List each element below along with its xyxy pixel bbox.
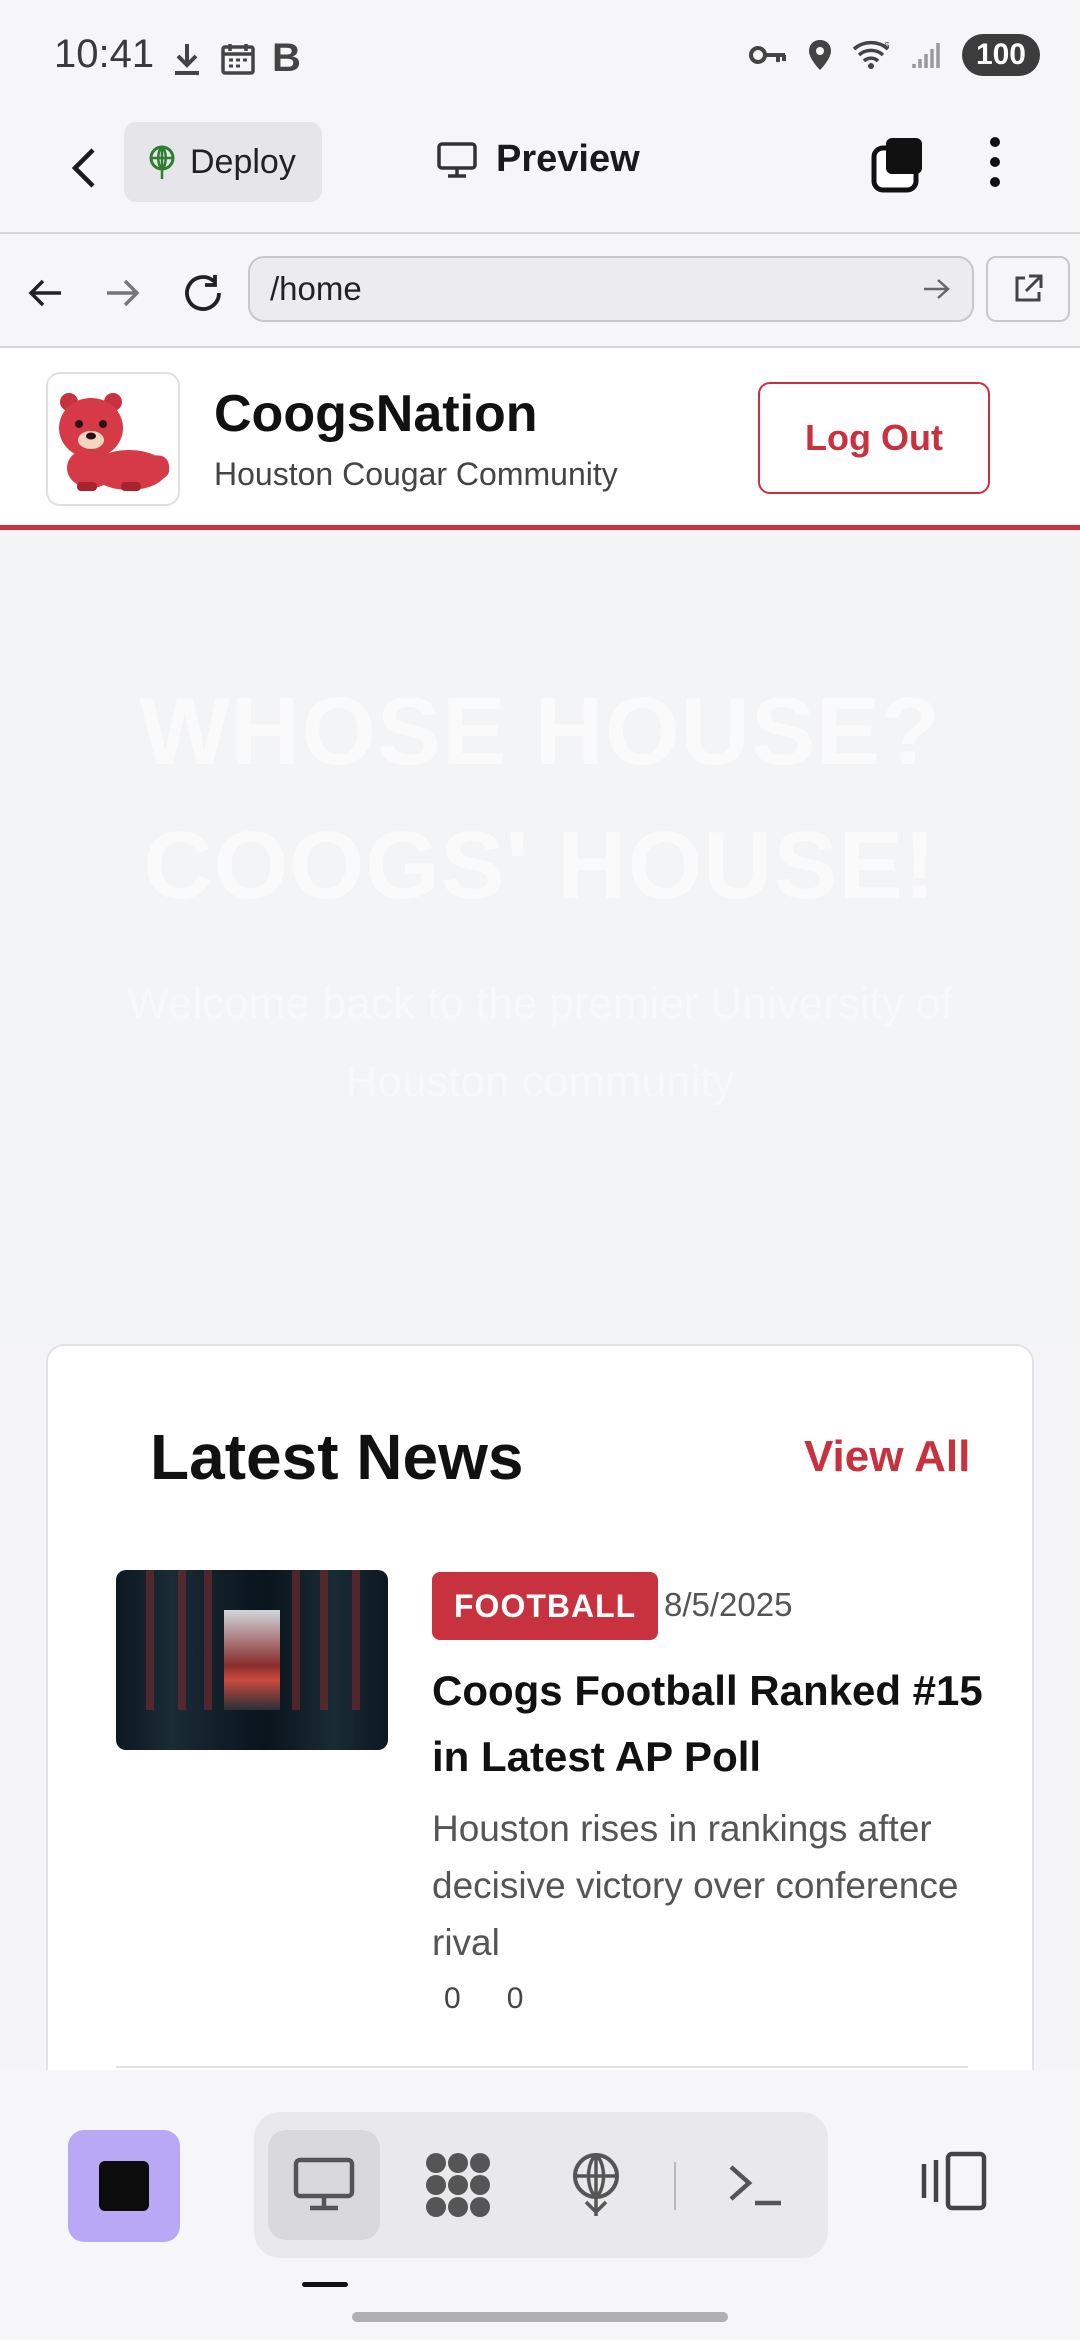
preview-label: Preview [496, 138, 640, 180]
browser-url-bar: /home [0, 236, 1080, 348]
external-link-icon [1015, 274, 1043, 302]
tool-group [254, 2112, 828, 2258]
wifi-icon: 6 [852, 41, 890, 69]
apps-icon [426, 2153, 490, 2217]
browser-forward-button[interactable] [96, 266, 150, 320]
battery-indicator: 100 [961, 34, 1040, 76]
browser-back-button[interactable] [18, 266, 72, 320]
category-badge[interactable]: FOOTBALL [432, 1572, 659, 1640]
view-all-link[interactable]: View All [804, 1432, 970, 1482]
tabs-button[interactable] [868, 132, 928, 201]
vpn-key-icon [748, 46, 786, 64]
news-thumbnail[interactable] [116, 1570, 388, 1750]
desktop-icon [293, 2157, 355, 2211]
bottom-toolbar [0, 2070, 1080, 2340]
deploy-globe-icon [573, 2153, 619, 2216]
deploy-icon [149, 145, 175, 179]
go-arrow-icon[interactable] [922, 277, 952, 301]
comment-count[interactable]: 0 [507, 1982, 524, 2016]
monitor-icon [437, 141, 477, 178]
site-tagline: Houston Cougar Community [214, 456, 618, 492]
stop-icon [99, 2161, 149, 2211]
app-bar: Deploy Preview [0, 112, 1080, 234]
back-button[interactable] [54, 138, 114, 198]
site-logo[interactable] [46, 372, 180, 506]
hero-section: WHOSE HOUSE? COOGS' HOUSE! Welcome back … [0, 535, 1080, 1345]
deploy-tool-button[interactable] [540, 2130, 652, 2240]
url-input[interactable]: /home [248, 256, 974, 322]
logout-button[interactable]: Log Out [758, 382, 990, 494]
deploy-label: Deploy [190, 142, 296, 181]
like-count[interactable]: 0 [444, 1982, 461, 2016]
arrow-right-icon [107, 279, 140, 307]
cougar-logo-icon [59, 393, 170, 491]
arrow-left-icon [28, 279, 61, 307]
hero-title: WHOSE HOUSE? COOGS' HOUSE! [0, 665, 1080, 933]
toggle-panel-button[interactable] [918, 2150, 988, 2217]
tabs-icon [871, 138, 922, 193]
b-icon: B [272, 36, 301, 80]
signal-icon [912, 43, 940, 68]
news-description: Houston rises in rankings after decisive… [432, 1808, 959, 1963]
reload-icon [185, 275, 221, 311]
site-header: CoogsNation Houston Cougar Community Log… [0, 348, 1080, 530]
reload-button[interactable] [176, 266, 230, 320]
terminal-icon [729, 2165, 781, 2206]
apps-tool-button[interactable] [402, 2130, 514, 2240]
svg-text:6: 6 [884, 41, 890, 52]
deploy-button[interactable]: Deploy [124, 122, 322, 202]
more-vertical-icon [990, 137, 1000, 187]
site-title[interactable]: CoogsNation [214, 384, 538, 444]
status-bar: 10:41 B 6 100 [0, 0, 1080, 112]
download-icon [175, 43, 199, 75]
url-path: /home [270, 270, 362, 307]
more-options-button[interactable] [980, 132, 1010, 201]
news-title[interactable]: Coogs Football Ranked #15 in Latest AP P… [432, 1658, 992, 1790]
news-heading: Latest News [150, 1421, 524, 1493]
status-time: 10:41 [54, 32, 155, 76]
preview-title: Preview [436, 138, 640, 181]
status-left-icons: B [170, 36, 301, 81]
hero-title-line-2: COOGS' HOUSE! [143, 812, 937, 919]
terminal-tool-button[interactable] [700, 2130, 812, 2240]
hero-title-line-1: WHOSE HOUSE? [139, 678, 941, 785]
status-right-icons: 6 100 [748, 34, 1040, 76]
latest-news-card: Latest News View All FOOTBALL 8/5/2025 C… [46, 1344, 1034, 2104]
hero-subtitle: Welcome back to the premier University o… [127, 979, 953, 1106]
toolbar-separator [674, 2162, 676, 2210]
home-indicator[interactable] [352, 2312, 728, 2322]
open-external-button[interactable] [986, 256, 1070, 322]
desktop-tool-button[interactable] [268, 2130, 380, 2240]
stop-button[interactable] [68, 2130, 180, 2242]
news-date: 8/5/2025 [664, 1586, 793, 1623]
active-tool-indicator [302, 2282, 348, 2287]
chevron-left-icon [71, 148, 95, 188]
news-stats: 0 0 [444, 1982, 523, 2016]
side-panel-icon [921, 2151, 987, 2211]
calendar-icon [221, 43, 255, 75]
location-icon [808, 40, 831, 70]
news-divider [116, 2066, 968, 2068]
